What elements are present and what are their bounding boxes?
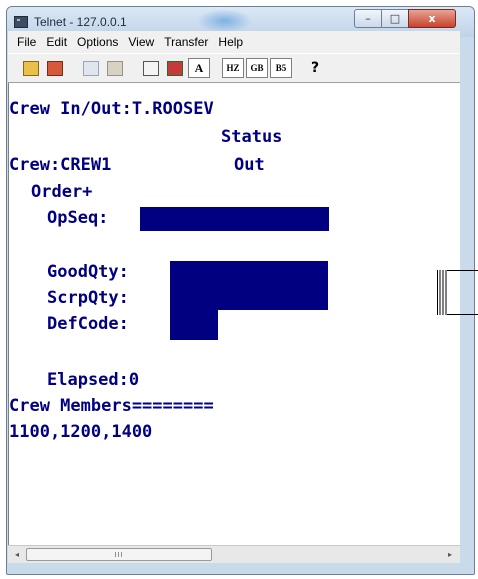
maximize-button[interactable]: □ — [381, 9, 409, 28]
minimize-button[interactable]: – — [354, 9, 382, 28]
b5-encoding-icon[interactable]: B5 — [270, 58, 292, 78]
disconnect-icon[interactable] — [44, 58, 66, 78]
scroll-thumb[interactable]: III — [26, 548, 212, 561]
send-icon[interactable] — [164, 58, 186, 78]
copy-icon[interactable] — [80, 58, 102, 78]
title-glow — [197, 9, 252, 33]
telnet-app-icon — [14, 16, 28, 28]
crew-members-list: 1100,1200,1400 — [9, 422, 153, 442]
defcode-label: DefCode: — [47, 314, 129, 334]
properties-icon[interactable] — [140, 58, 162, 78]
scroll-left-arrow-icon[interactable]: ◂ — [9, 547, 25, 562]
order-label: Order+ — [31, 182, 93, 202]
terminal-screen[interactable]: Crew In/Out:T.ROOSEV Status Crew:CREW1 O… — [8, 83, 460, 545]
hz-encoding-icon[interactable]: HZ — [222, 58, 244, 78]
menu-transfer[interactable]: Transfer — [164, 35, 208, 49]
scroll-right-arrow-icon[interactable]: ▸ — [442, 547, 458, 562]
scrpqty-label: ScrpQty: — [47, 288, 129, 308]
toolbar: A HZ GB B5 ? — [8, 53, 460, 83]
goodqty-label: GoodQty: — [47, 262, 129, 282]
crew-line: Crew:CREW1 — [9, 155, 112, 175]
menu-bar: File Edit Options View Transfer Help — [8, 31, 460, 53]
menu-help[interactable]: Help — [218, 35, 243, 49]
gb-encoding-icon[interactable]: GB — [246, 58, 268, 78]
screen-title-line: Crew In/Out:T.ROOSEV — [9, 99, 214, 119]
font-icon[interactable]: A — [188, 58, 210, 78]
opseq-input[interactable] — [140, 207, 329, 231]
menu-file[interactable]: File — [17, 35, 36, 49]
menu-options[interactable]: Options — [77, 35, 118, 49]
paste-icon[interactable] — [104, 58, 126, 78]
bracket-artifact-icon — [437, 270, 478, 315]
elapsed-line: Elapsed:0 — [47, 370, 140, 390]
defcode-input[interactable] — [170, 310, 218, 340]
help-icon[interactable]: ? — [304, 58, 326, 78]
status-header: Status — [221, 127, 283, 147]
crew-status: Out — [234, 155, 265, 175]
menu-edit[interactable]: Edit — [46, 35, 67, 49]
horizontal-scrollbar[interactable]: ◂ III ▸ — [8, 545, 460, 563]
opseq-label: OpSeq: — [47, 208, 109, 228]
qty-input-block[interactable] — [170, 261, 328, 310]
window-title: Telnet - 127.0.0.1 — [34, 15, 127, 29]
menu-view[interactable]: View — [128, 35, 154, 49]
crew-members-header: Crew Members======== — [9, 396, 214, 416]
close-button[interactable]: x — [408, 9, 456, 28]
connect-icon[interactable] — [20, 58, 42, 78]
